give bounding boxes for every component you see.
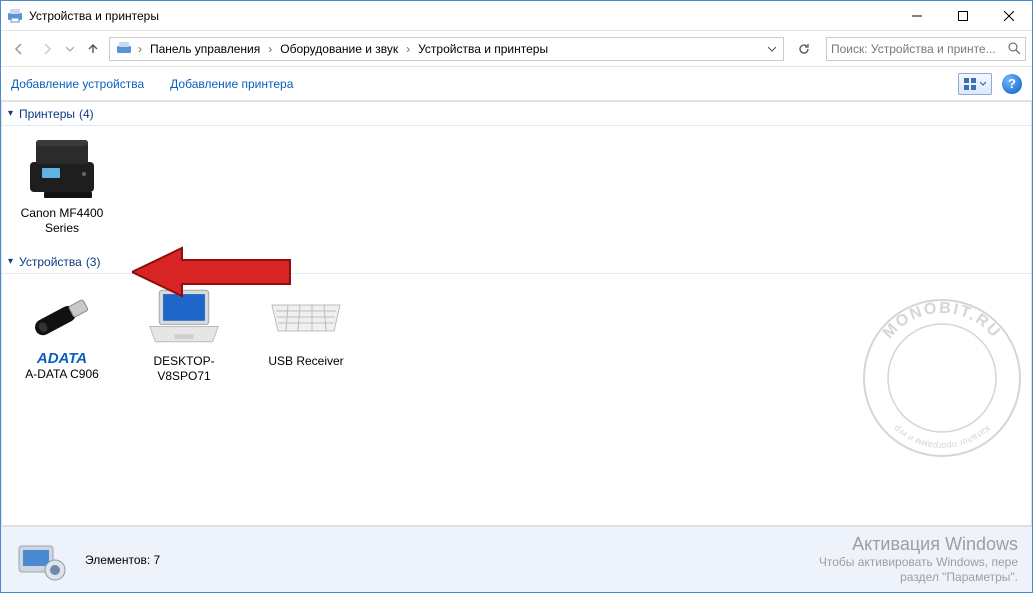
- details-pane: Элементов: 7 Активация Windows Чтобы акт…: [1, 526, 1032, 592]
- device-brand: ADATA: [37, 350, 87, 367]
- group-name: Принтеры: [19, 107, 75, 121]
- device-label: Canon MF4400 Series: [14, 206, 110, 236]
- maximize-button[interactable]: [940, 1, 986, 30]
- up-button[interactable]: [81, 37, 105, 61]
- app-icon: [1, 8, 29, 24]
- details-icon: [15, 536, 67, 584]
- device-item-printer[interactable]: Canon MF4400 Series: [14, 134, 110, 236]
- device-label: DESKTOP-V8SPO71: [136, 354, 232, 384]
- chevron-right-icon: ›: [266, 42, 274, 56]
- watermark-title: Активация Windows: [819, 534, 1018, 555]
- device-label: USB Receiver: [268, 354, 343, 369]
- breadcrumb-dropdown[interactable]: [763, 45, 781, 53]
- usb-drive-icon: [22, 282, 102, 350]
- breadcrumb-item-1[interactable]: Оборудование и звук: [274, 38, 404, 60]
- watermark-sub1: Чтобы активировать Windows, пере: [819, 555, 1018, 571]
- breadcrumb-item-2[interactable]: Устройства и принтеры: [412, 38, 554, 60]
- svg-text:Каталог программ и игр: Каталог программ и игр: [892, 423, 993, 451]
- group-items-devices: ADATA A-DATA C906 DESKTOP-V8SPO71: [2, 274, 1031, 398]
- chevron-right-icon: ›: [136, 42, 144, 56]
- breadcrumb-root-icon[interactable]: [112, 38, 136, 60]
- forward-button[interactable]: [35, 37, 59, 61]
- activation-watermark: Активация Windows Чтобы активировать Win…: [819, 534, 1018, 586]
- breadcrumb-item-0[interactable]: Панель управления: [144, 38, 266, 60]
- chevron-right-icon: ›: [404, 42, 412, 56]
- printer-icon: [22, 134, 102, 202]
- window-controls: [894, 1, 1032, 30]
- group-items-printers: Canon MF4400 Series: [2, 126, 1031, 250]
- device-item-receiver[interactable]: USB Receiver: [258, 282, 354, 384]
- group-count: (3): [86, 255, 101, 269]
- content-area: ▾ Принтеры (4) Canon MF4400 Series: [1, 101, 1032, 526]
- breadcrumb[interactable]: › Панель управления › Оборудование и зву…: [109, 37, 784, 61]
- search-icon: [1008, 42, 1021, 55]
- refresh-button[interactable]: [792, 37, 816, 61]
- recent-dropdown[interactable]: [63, 37, 77, 61]
- window: Устройства и принтеры: [0, 0, 1033, 593]
- chevron-down-icon: [980, 81, 986, 87]
- device-item-usb[interactable]: ADATA A-DATA C906: [14, 282, 110, 384]
- chevron-down-icon: ▾: [8, 108, 13, 119]
- group-count: (4): [79, 107, 94, 121]
- add-device-button[interactable]: Добавление устройства: [11, 77, 144, 91]
- help-button[interactable]: ?: [1002, 74, 1022, 94]
- close-button[interactable]: [986, 1, 1032, 30]
- chevron-down-icon: ▾: [8, 256, 13, 267]
- titlebar: Устройства и принтеры: [1, 1, 1032, 31]
- group-name: Устройства: [19, 255, 82, 269]
- search-placeholder: Поиск: Устройства и принте...: [831, 42, 996, 56]
- navbar: › Панель управления › Оборудование и зву…: [1, 31, 1032, 67]
- device-label: A-DATA C906: [25, 367, 99, 382]
- search-input[interactable]: Поиск: Устройства и принте...: [826, 37, 1026, 61]
- laptop-icon: [144, 282, 224, 350]
- minimize-button[interactable]: [894, 1, 940, 30]
- watermark-sub2: раздел "Параметры".: [819, 570, 1018, 586]
- view-options-button[interactable]: [958, 73, 992, 95]
- window-title: Устройства и принтеры: [29, 9, 894, 23]
- command-bar: Добавление устройства Добавление принтер…: [1, 67, 1032, 101]
- details-summary: Элементов: 7: [85, 553, 160, 567]
- group-header-devices[interactable]: ▾ Устройства (3): [2, 250, 1031, 274]
- device-item-desktop[interactable]: DESKTOP-V8SPO71: [136, 282, 232, 384]
- thumbnails-icon: [964, 78, 978, 90]
- add-printer-button[interactable]: Добавление принтера: [170, 77, 293, 91]
- keyboard-icon: [266, 282, 346, 350]
- back-button[interactable]: [7, 37, 31, 61]
- group-header-printers[interactable]: ▾ Принтеры (4): [2, 102, 1031, 126]
